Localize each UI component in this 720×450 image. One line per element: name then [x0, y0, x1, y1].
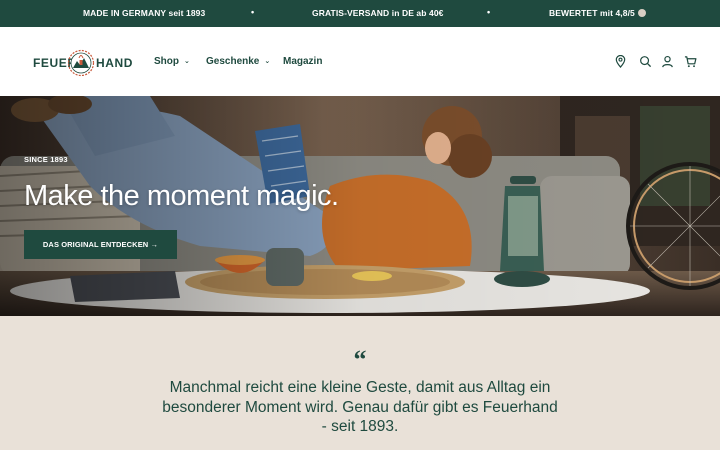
announcement-rating-text: BEWERTET mit 4,8/5: [549, 8, 635, 18]
nav-magazin-label: Magazin: [283, 56, 323, 67]
announcement-free-shipping: GRATIS-VERSAND in DE ab 40€: [312, 8, 444, 18]
site-header: FEUER HAND Shop ⌄ Geschenke ⌄ Magazin: [0, 27, 720, 96]
hero-banner: SINCE 1893 Make the moment magic. DAS OR…: [0, 96, 720, 316]
nav-geschenke-label: Geschenke: [206, 56, 260, 67]
chevron-down-icon: ⌄: [184, 58, 190, 65]
announcement-rating: BEWERTET mit 4,8/5: [549, 8, 647, 18]
brand-quote-section: “ Manchmal reicht eine kleine Geste, dam…: [0, 316, 720, 450]
quote-mark-icon: “: [353, 345, 367, 374]
account-icon[interactable]: [661, 55, 674, 68]
search-icon[interactable]: [639, 55, 652, 68]
brand-quote-text: Manchmal reicht eine kleine Geste, damit…: [162, 379, 558, 435]
hero-cta-button[interactable]: DAS ORIGINAL ENTDECKEN →: [24, 230, 177, 259]
cart-icon[interactable]: [684, 55, 697, 68]
nav-shop-label: Shop: [154, 56, 179, 67]
chevron-down-icon: ⌄: [264, 58, 271, 65]
announcement-separator: •: [487, 7, 491, 17]
nav-geschenke[interactable]: Geschenke ⌄: [206, 56, 270, 67]
lantern-logo-icon: [67, 49, 95, 77]
rating-badge-icon: [638, 9, 647, 17]
nav-shop[interactable]: Shop ⌄: [154, 56, 190, 67]
nav-magazin[interactable]: Magazin: [283, 56, 322, 67]
hero-eyebrow: SINCE 1893: [24, 155, 68, 164]
announcement-bar: MADE IN GERMANY seit 1893 • GRATIS-VERSA…: [0, 0, 720, 27]
announcement-separator: •: [251, 7, 255, 17]
logo-text-right: HAND: [96, 56, 134, 70]
location-pin-icon[interactable]: [614, 55, 627, 68]
hero-title: Make the moment magic.: [24, 180, 339, 212]
announcement-made-in-germany: MADE IN GERMANY seit 1893: [83, 8, 206, 18]
logo[interactable]: FEUER HAND: [33, 49, 132, 77]
